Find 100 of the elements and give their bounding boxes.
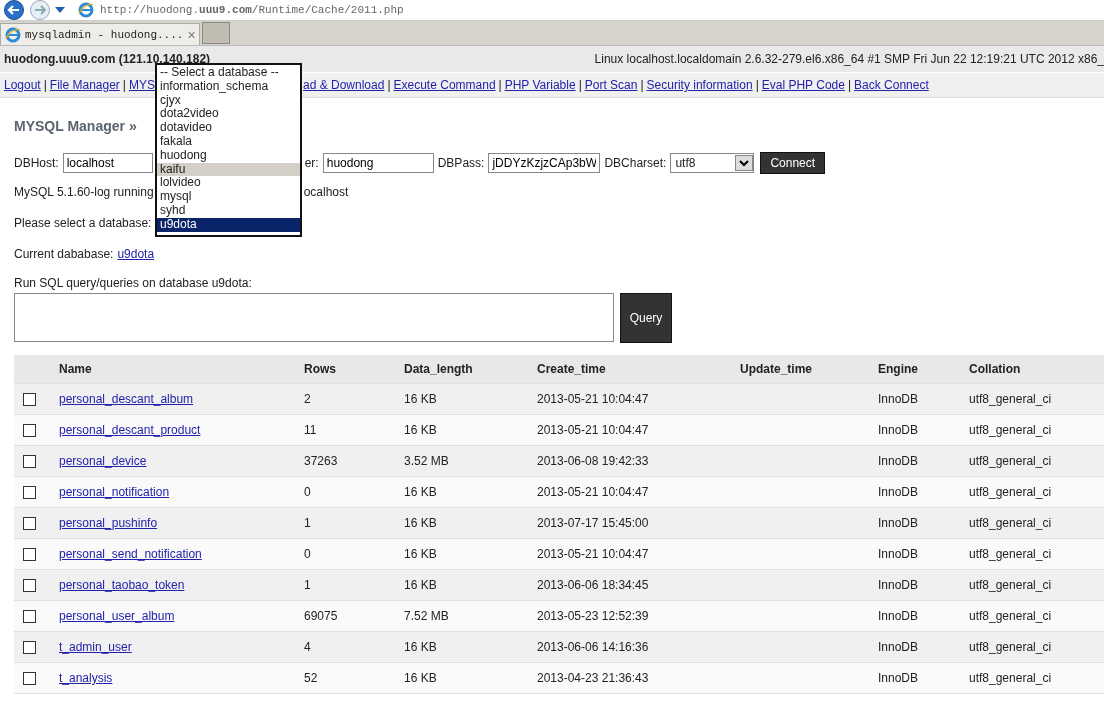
checkbox[interactable] — [23, 454, 36, 468]
query-label: Run SQL query/queries on database u9dota: — [14, 276, 252, 290]
section-title: MYSQL Manager » — [14, 118, 137, 136]
column-header: Create_time — [537, 362, 607, 376]
dropdown-option[interactable]: kaifu — [157, 162, 300, 177]
nav-link[interactable]: File Manager — [49, 78, 120, 92]
nav-link[interactable]: MYS — [129, 78, 155, 92]
table-cell: InnoDB — [878, 516, 919, 530]
query-button[interactable]: Query — [620, 293, 672, 343]
table-cell: 16 KB — [404, 516, 437, 530]
dropdown-option[interactable]: dotavideo — [157, 121, 300, 135]
table-cell: utf8_general_ci — [969, 671, 1052, 685]
close-button[interactable]: × — [187, 26, 196, 43]
nav-link[interactable]: Port Scan — [584, 78, 638, 92]
table-cell: 2013-05-21 10:04:47 — [537, 392, 649, 406]
nav-separator: | — [387, 78, 391, 92]
host-field[interactable]: localhost — [62, 153, 153, 173]
tab-title: mysqladmin - huodong.... — [25, 28, 184, 41]
host-title: huodong.uuu9.com (121.10.140.182) — [4, 52, 211, 66]
table-link[interactable]: personal_user_album — [59, 609, 175, 623]
checkbox[interactable] — [23, 485, 36, 499]
table-cell: 11 — [304, 423, 317, 437]
dropdown-option[interactable]: information_schema — [157, 79, 300, 94]
dropdown-option[interactable]: u9dota — [157, 217, 300, 232]
current-database-label: Current dababase: — [14, 246, 114, 261]
table-link[interactable]: personal_descant_album — [59, 392, 194, 406]
server-info: ocalhost — [303, 184, 349, 199]
table-cell: utf8_general_ci — [969, 454, 1052, 468]
table-cell: InnoDB — [878, 454, 919, 468]
dropdown-option[interactable]: lolvideo — [157, 176, 300, 191]
dropdown-option[interactable]: dota2video — [157, 107, 300, 122]
table-cell: 3.52 MB — [404, 454, 449, 468]
table-cell: 16 KB — [404, 547, 437, 561]
back-icon[interactable] — [2, 0, 26, 20]
table-cell: 2013-05-21 10:04:47 — [537, 485, 649, 499]
nav-separator: | — [755, 78, 759, 92]
dropdown-option[interactable]: mysql — [157, 190, 300, 204]
system-info: Linux localhost.localdomain 2.6.32-279.el6.x86_64 #1 SMP Fri Jun 22 12:19:21 UTC 2012 x86_ — [594, 52, 1104, 66]
table-link[interactable]: personal_notification — [59, 485, 170, 499]
nav-link[interactable]: Back Connect — [854, 78, 929, 92]
table-cell: InnoDB — [878, 578, 919, 592]
user-field[interactable]: huodong — [322, 153, 434, 173]
table-link[interactable]: personal_taobao_token — [59, 578, 185, 592]
password-field[interactable]: jDDYzKzjzCAp3bW — [488, 153, 601, 173]
charset-select[interactable]: utf8 — [670, 153, 755, 173]
table-link[interactable]: t_analysis — [59, 671, 113, 685]
dropdown-option[interactable]: fakala — [157, 135, 300, 149]
table-link[interactable]: personal_descant_product — [59, 423, 201, 437]
nav-link[interactable]: Execute Command — [393, 78, 496, 92]
address-field[interactable]: http://huodong.uuu9.com/Runtime/Cache/2011.php — [100, 4, 404, 16]
column-header: Update_time — [740, 362, 814, 376]
table-cell: InnoDB — [878, 640, 919, 654]
checkbox[interactable] — [23, 640, 36, 654]
table-cell: InnoDB — [878, 423, 919, 437]
checkbox[interactable] — [23, 392, 36, 406]
table-cell: utf8_general_ci — [969, 485, 1052, 499]
nav-separator: | — [43, 78, 47, 92]
nav-link[interactable]: PHP Variable — [504, 78, 576, 92]
nav-link[interactable]: Logout — [4, 78, 41, 92]
nav-separator: | — [122, 78, 126, 92]
connect-button[interactable]: Connect — [760, 152, 826, 174]
table-cell: utf8_general_ci — [969, 547, 1052, 561]
table-link[interactable]: personal_send_notification — [59, 547, 202, 561]
table-cell: 37263 — [304, 454, 338, 468]
column-header: Rows — [304, 362, 337, 376]
table-link[interactable]: t_admin_user — [59, 640, 132, 654]
query-field[interactable] — [14, 293, 614, 342]
checkbox[interactable] — [23, 516, 36, 530]
dropdown-option[interactable]: syhd — [157, 203, 300, 218]
browser-tab[interactable]: mysqladmin - huodong.... × — [0, 23, 200, 45]
nav-separator: | — [847, 78, 852, 92]
checkbox[interactable] — [23, 547, 36, 561]
checkbox[interactable] — [23, 578, 36, 592]
nav-link[interactable]: Eval PHP Code — [761, 78, 845, 92]
nav-link[interactable]: ad & Download — [303, 78, 385, 92]
table-cell: 69075 — [304, 609, 338, 623]
dropdown-option[interactable]: -- Select a database -- — [157, 66, 300, 80]
browser-icon — [5, 26, 21, 43]
server-info: MySQL 5.1.60-log running — [14, 184, 154, 199]
nav-separator: | — [498, 78, 502, 92]
table-cell: 2013-05-21 10:04:47 — [537, 423, 649, 437]
table-cell: 1 — [304, 578, 311, 592]
table-cell: 2013-06-08 19:42:33 — [537, 454, 649, 468]
table-link[interactable]: personal_device — [59, 454, 147, 468]
checkbox[interactable] — [23, 671, 36, 685]
caret-icon[interactable] — [54, 6, 66, 14]
checkbox[interactable] — [23, 423, 36, 437]
database-link[interactable]: u9dota — [117, 246, 155, 261]
dropdown-option[interactable]: cjyx — [157, 93, 300, 108]
nav-separator: | — [640, 78, 644, 92]
table-link[interactable]: personal_pushinfo — [59, 516, 158, 530]
nav-link[interactable]: Security information — [646, 78, 753, 92]
checkbox[interactable] — [23, 609, 36, 623]
dropdown-option[interactable]: huodong — [157, 148, 300, 163]
table-cell: InnoDB — [878, 671, 919, 685]
table-cell: 2013-07-17 15:45:00 — [537, 516, 649, 530]
table-cell: 2013-06-06 18:34:45 — [537, 578, 649, 592]
field-label: DBPass: — [437, 156, 485, 170]
table-cell: 52 — [304, 671, 318, 685]
field-label: DBHost: — [14, 156, 59, 170]
